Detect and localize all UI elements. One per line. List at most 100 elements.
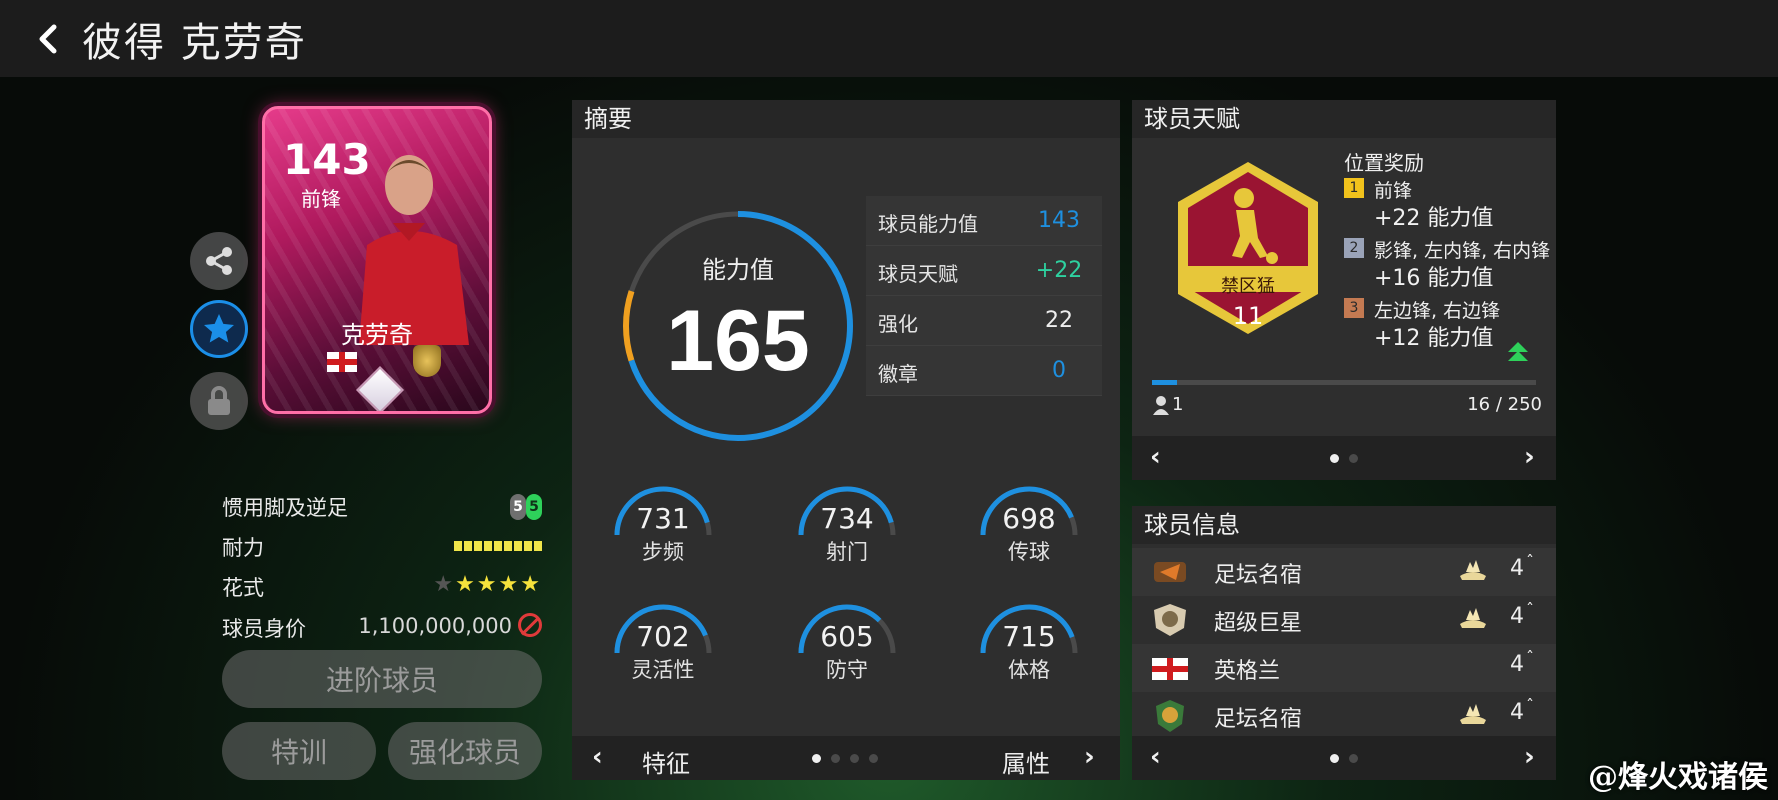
- ovr-value: 165: [666, 293, 810, 389]
- info-prev-button[interactable]: ‹: [1150, 742, 1161, 772]
- summary-footer-right[interactable]: 属性: [1002, 744, 1050, 779]
- summary-table-row: 球员能力值 143: [866, 196, 1102, 246]
- summary-row-key: 强化: [878, 312, 918, 336]
- back-button[interactable]: [18, 9, 78, 69]
- player-info-text: 足坛名宿: [1214, 707, 1303, 732]
- upgrade-player-button[interactable]: 进阶球员: [222, 650, 542, 708]
- summary-row-value: 0: [1052, 358, 1066, 383]
- stat-value: 734: [820, 502, 874, 535]
- stat-label: 步频: [642, 540, 684, 564]
- player-info-row[interactable]: 英格兰 4: [1132, 644, 1556, 692]
- skill-stars: ★★★★★: [433, 572, 542, 597]
- stat-value: 698: [1002, 502, 1056, 535]
- boost-hand-icon: [1458, 606, 1488, 630]
- summary-prev-button[interactable]: ‹: [592, 742, 603, 772]
- favorite-button[interactable]: [190, 300, 248, 358]
- summary-row-key: 球员能力值: [878, 212, 978, 236]
- share-icon: [206, 247, 232, 275]
- player-info-row[interactable]: 超级巨星 4: [1132, 596, 1556, 644]
- stat-gauge-arc: [614, 486, 712, 536]
- stamina-segment: [484, 541, 492, 551]
- watermark: @烽火戏诸侯: [1588, 760, 1768, 795]
- stat-gauge[interactable]: 734 射门: [792, 480, 902, 590]
- stamina-segment: [524, 541, 532, 551]
- stat-label: 体格: [1008, 658, 1050, 682]
- stat-gauge[interactable]: 698 传球: [974, 480, 1084, 590]
- stat-gauge-arc: [614, 604, 712, 654]
- stat-gauge[interactable]: 715 体格: [974, 598, 1084, 708]
- top-bar: 彼得 克劳奇: [0, 0, 1778, 77]
- stamina-segment: [494, 541, 502, 551]
- bonus-value: +22 能力值: [1374, 206, 1494, 231]
- talent-badge-level: 11: [1232, 302, 1264, 330]
- player-info-text: 英格兰: [1214, 659, 1281, 684]
- talent-prev-button[interactable]: ‹: [1150, 442, 1161, 472]
- stamina-segment: [534, 541, 542, 551]
- page-title: 彼得 克劳奇: [82, 19, 307, 66]
- page-dot[interactable]: [1330, 454, 1339, 463]
- stat-value: 715: [1002, 620, 1056, 653]
- foot-values: 55: [510, 492, 542, 520]
- england-flag: [327, 352, 357, 372]
- foot-label: 惯用脚及逆足: [222, 496, 348, 520]
- player-info-text: 足坛名宿: [1214, 563, 1303, 588]
- page-dot[interactable]: [831, 754, 840, 763]
- player-info-row[interactable]: 足坛名宿 4: [1132, 692, 1556, 740]
- ovr-label: 能力值: [702, 256, 774, 284]
- info-next-button[interactable]: ›: [1524, 742, 1535, 772]
- talent-next-button[interactable]: ›: [1524, 442, 1535, 472]
- summary-footer-left[interactable]: 特征: [642, 744, 690, 779]
- summary-row-value: 143: [1038, 208, 1080, 233]
- value-row: 球员身价 1,100,000,000: [222, 613, 542, 643]
- summary-table-row: 徽章 0: [866, 346, 1102, 396]
- info-footer-nav: ‹ ›: [1132, 736, 1556, 780]
- player-info-level: 4: [1510, 604, 1534, 629]
- skill-moves-label: 花式: [222, 576, 264, 600]
- enhance-player-button[interactable]: 强化球员: [388, 722, 542, 780]
- share-button[interactable]: [190, 232, 248, 290]
- summary-row-value: 22: [1045, 308, 1073, 333]
- player-info-level: 4: [1510, 556, 1534, 581]
- talent-title: 球员天赋: [1132, 100, 1556, 138]
- untradeable-icon: [518, 613, 542, 637]
- talent-progress-fill: [1152, 380, 1177, 385]
- skill-moves-row: 花式 ★★★★★: [222, 572, 542, 602]
- stamina-bar: [454, 532, 542, 556]
- summary-next-button[interactable]: ›: [1084, 742, 1095, 772]
- train-button[interactable]: 特训: [222, 722, 376, 780]
- page-dot[interactable]: [1349, 754, 1358, 763]
- club-legend-badge-icon: [1150, 698, 1190, 734]
- page-dot[interactable]: [812, 754, 821, 763]
- stamina-segment: [504, 541, 512, 551]
- england-flag-icon: [1150, 650, 1190, 686]
- summary-table-row: 强化 22: [866, 296, 1102, 346]
- bonus-positions: 左边锋, 右边锋: [1374, 300, 1501, 322]
- player-card[interactable]: 143 前锋 克劳奇: [262, 106, 492, 414]
- lock-button[interactable]: [190, 372, 248, 430]
- talent-footer-nav: ‹ ›: [1132, 436, 1556, 480]
- page-dot[interactable]: [850, 754, 859, 763]
- summary-row-key: 球员天赋: [878, 262, 958, 286]
- star-filled-icon: ★: [498, 572, 521, 597]
- value-amount: 1,100,000,000: [358, 614, 512, 638]
- strong-foot-value: 5: [526, 494, 542, 520]
- stat-gauge[interactable]: 605 防守: [792, 598, 902, 708]
- stat-gauge[interactable]: 702 灵活性: [608, 598, 718, 708]
- star-filled-icon: ★: [520, 572, 542, 597]
- bonus-value: +16 能力值: [1374, 266, 1494, 291]
- legend-badge-icon: [1150, 554, 1190, 590]
- stat-value: 731: [636, 502, 690, 535]
- stat-gauge[interactable]: 731 步频: [608, 480, 718, 590]
- stat-gauge-arc: [980, 486, 1078, 536]
- boost-hand-icon: [1458, 558, 1488, 582]
- page-dot[interactable]: [1349, 454, 1358, 463]
- talent-page-dots: [1330, 454, 1358, 463]
- star-filled-icon: ★: [476, 572, 499, 597]
- player-info-row[interactable]: 足坛名宿 4: [1132, 548, 1556, 596]
- page-dot[interactable]: [869, 754, 878, 763]
- page-dot[interactable]: [1330, 754, 1339, 763]
- star-icon: [204, 314, 234, 343]
- stat-gauge-arc: [980, 604, 1078, 654]
- stat-value: 702: [636, 620, 690, 653]
- stamina-segment: [474, 541, 482, 551]
